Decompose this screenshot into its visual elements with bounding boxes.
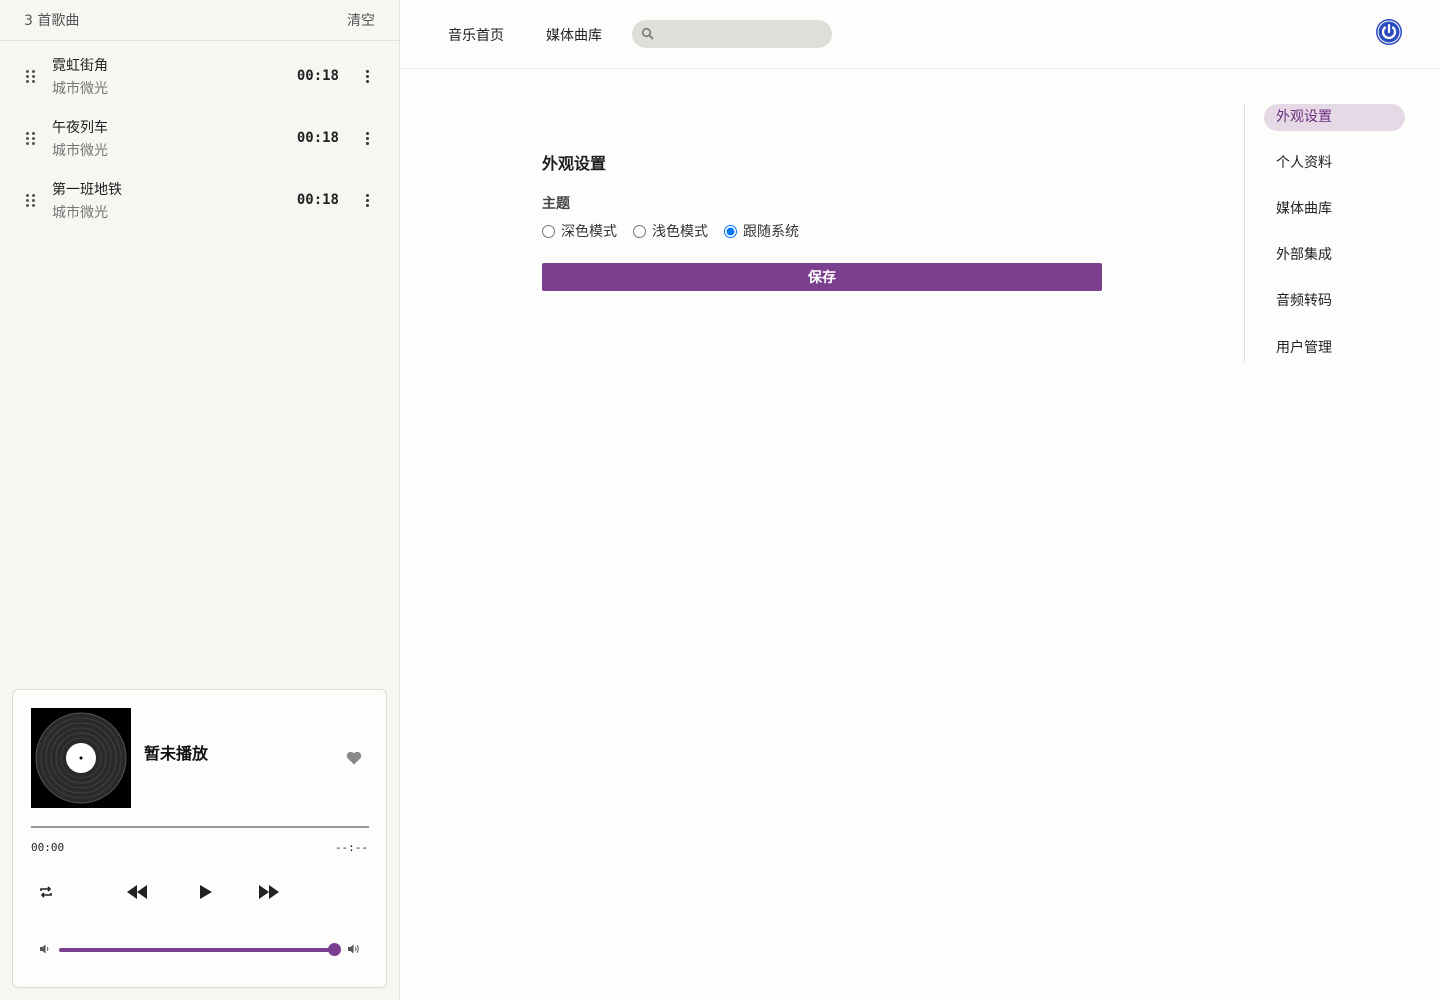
song-duration: 00:18 [296,130,339,146]
clear-queue-button[interactable]: 清空 [347,10,375,30]
song-title: 霓虹街角 [52,57,108,74]
more-options-icon[interactable] [357,66,377,86]
theme-option-system[interactable]: 跟随系统 [724,221,799,241]
radio-light[interactable] [633,224,646,238]
player-panel: 暂未播放 00:00 --:-- [12,689,387,988]
queue-sidebar: 3 首歌曲 清空 霓虹街角 城市微光 00:18 午夜列车 城市微光 00:18… [0,0,400,1000]
vinyl-record-icon [31,708,131,808]
song-artist: 城市微光 [52,204,108,221]
queue-item[interactable]: 午夜列车 城市微光 00:18 [0,107,399,169]
search-icon [641,27,654,40]
radio-dark[interactable] [542,224,555,238]
search-input[interactable] [632,20,832,48]
queue-item[interactable]: 第一班地铁 城市微光 00:18 [0,169,399,231]
song-artist: 城市微光 [52,142,108,159]
theme-option-dark[interactable]: 深色模式 [542,221,617,241]
more-options-icon[interactable] [357,128,377,148]
drag-handle-icon[interactable] [26,131,38,145]
total-time: --:-- [334,841,368,854]
queue-item[interactable]: 霓虹街角 城市微光 00:18 [0,45,399,107]
settings-nav-integrations[interactable]: 外部集成 [1264,242,1405,269]
fast-forward-icon [259,885,279,899]
progress-bar[interactable] [31,826,369,828]
settings-nav-profile[interactable]: 个人资料 [1264,150,1405,177]
settings-nav-appearance[interactable]: 外观设置 [1264,104,1405,131]
settings-nav: 外观设置 个人资料 媒体曲库 外部集成 音频转码 用户管理 [1244,104,1414,363]
volume-slider[interactable] [59,948,335,952]
play-icon [200,885,212,899]
theme-option-light[interactable]: 浅色模式 [633,221,708,241]
drag-handle-icon[interactable] [26,193,38,207]
song-artist: 城市微光 [52,80,108,97]
settings-title: 外观设置 [542,154,607,173]
top-bar: 音乐首页 媒体曲库 [400,0,1440,69]
next-button[interactable] [257,882,281,902]
queue-list: 霓虹街角 城市微光 00:18 午夜列车 城市微光 00:18 第一班地铁 城市… [0,41,399,231]
volume-low-icon[interactable] [39,943,51,955]
power-icon[interactable] [1375,18,1403,46]
settings-nav-users[interactable]: 用户管理 [1264,335,1405,362]
volume-high-icon[interactable] [347,942,361,956]
song-duration: 00:18 [296,192,339,208]
song-duration: 00:18 [296,68,339,84]
queue-header: 3 首歌曲 清空 [0,0,399,41]
heart-icon[interactable] [346,751,362,765]
repeat-button[interactable] [37,883,55,901]
rewind-icon [127,885,147,899]
nav-music-home[interactable]: 音乐首页 [448,25,504,45]
nav-media-library[interactable]: 媒体曲库 [546,25,602,45]
song-title: 午夜列车 [52,119,108,136]
play-button[interactable] [196,882,216,902]
settings-nav-media-library[interactable]: 媒体曲库 [1264,196,1405,223]
theme-radio-group: 深色模式 浅色模式 跟随系统 [542,221,815,241]
volume-slider-thumb[interactable] [328,943,341,956]
settings-nav-transcoding[interactable]: 音频转码 [1264,288,1405,315]
song-title: 第一班地铁 [52,181,122,198]
theme-label: 主题 [542,196,570,212]
queue-count: 3 首歌曲 [24,13,80,29]
now-playing-title: 暂未播放 [144,744,209,763]
save-button[interactable]: 保存 [542,263,1102,291]
more-options-icon[interactable] [357,190,377,210]
drag-handle-icon[interactable] [26,69,38,83]
repeat-icon [40,886,52,898]
current-time: 00:00 [31,841,65,854]
album-cover [31,708,131,808]
radio-system[interactable] [724,224,737,238]
previous-button[interactable] [125,882,149,902]
